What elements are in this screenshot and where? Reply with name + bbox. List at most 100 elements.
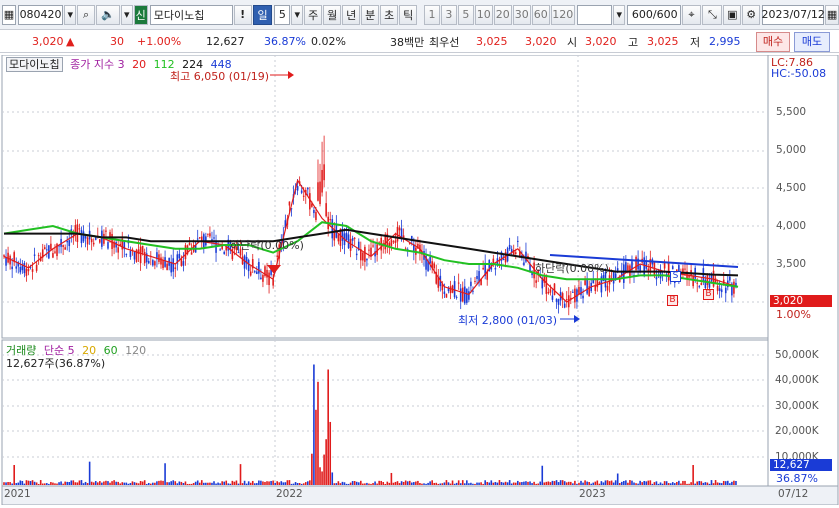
volume-bar	[671, 482, 674, 485]
save-icon[interactable]: ▣	[723, 4, 742, 25]
price-panel-name[interactable]: 모다이노칩	[6, 57, 63, 72]
candle-body	[655, 276, 658, 280]
period-minute-button[interactable]: 분	[361, 4, 380, 25]
sell-signal-marker[interactable]: S	[670, 271, 681, 282]
sound-icon[interactable]: 🔈	[96, 4, 120, 25]
period-month-button[interactable]: 월	[323, 4, 342, 25]
candle-body	[262, 274, 264, 282]
minute-1-button[interactable]: 1	[424, 4, 440, 25]
volume-bar	[729, 483, 731, 485]
candle-body	[337, 234, 340, 242]
volume-bar	[123, 482, 126, 485]
candle-body	[368, 249, 370, 251]
period-num-input[interactable]: 5	[274, 4, 291, 25]
candle-body	[147, 260, 150, 264]
candle-body	[323, 164, 325, 181]
volume-bar	[472, 483, 474, 485]
volume-bar	[207, 482, 209, 485]
code-dropdown-icon[interactable]: ▾	[64, 4, 77, 25]
minute-60-button[interactable]: 60	[531, 4, 550, 25]
period-daily-button[interactable]: 일	[252, 4, 273, 25]
search-icon[interactable]: ⌕	[77, 4, 96, 25]
volume-bar	[321, 471, 323, 485]
volume-bar	[145, 483, 148, 485]
volume-bar	[35, 482, 38, 485]
volume-bar	[360, 480, 362, 485]
buy-button[interactable]: 매수	[756, 32, 790, 52]
volume-bar	[453, 483, 456, 485]
candle-body	[154, 261, 156, 266]
candle-body	[139, 246, 142, 264]
volume-bar	[190, 483, 193, 485]
minute-3-button[interactable]: 3	[440, 4, 457, 25]
volume-bar	[370, 483, 372, 485]
volume-bar	[476, 482, 478, 485]
volume-bar	[484, 480, 486, 485]
stock-code-input[interactable]: 080420	[17, 4, 64, 25]
turnover-value: 0.02%	[311, 35, 346, 48]
volume-bar	[735, 480, 737, 485]
candle-body	[319, 181, 321, 205]
buy-signal-marker-1[interactable]: B	[667, 295, 678, 306]
volume-bar	[651, 483, 654, 485]
candle-body	[133, 251, 136, 260]
stock-name[interactable]: 모다이노칩	[149, 4, 233, 25]
volume-bar	[258, 480, 260, 485]
minute-10-button[interactable]: 10	[474, 4, 493, 25]
candle-body	[627, 265, 629, 271]
volume-bar	[378, 480, 380, 485]
custom-minute-input[interactable]	[576, 4, 613, 25]
vol-tick-30000k: 30,000K	[775, 400, 819, 412]
volume-bar	[667, 483, 670, 485]
count-input[interactable]: 600/600	[627, 4, 681, 25]
minute-30-button[interactable]: 30	[512, 4, 531, 25]
volume-bar	[421, 483, 423, 485]
candle-body	[80, 229, 83, 244]
minute-120-button[interactable]: 120	[550, 4, 575, 25]
alert-button[interactable]: !	[233, 4, 252, 25]
volume-bar	[158, 480, 160, 485]
period-tick-button[interactable]: 틱	[399, 4, 418, 25]
volume-ratio-tag: 36.87%	[776, 472, 818, 485]
gear-icon[interactable]: ⚙	[742, 4, 761, 25]
candle-body	[117, 247, 119, 253]
volume-bar	[374, 481, 376, 485]
buy-signal-marker-2[interactable]: B	[703, 289, 714, 300]
calendar-icon[interactable]: ▦	[825, 4, 839, 25]
period-dropdown-icon[interactable]: ▾	[291, 4, 304, 25]
chart-svg[interactable]	[0, 54, 839, 506]
volume-bar	[300, 483, 303, 485]
volume-bar	[225, 480, 228, 485]
grid-icon[interactable]: ▦	[2, 4, 16, 25]
volume-bar	[351, 481, 354, 485]
high-price: 3,025	[647, 35, 679, 48]
volume-bar	[152, 482, 154, 485]
period-year-button[interactable]: 년	[342, 4, 361, 25]
date-input[interactable]: 2023/07/12	[761, 4, 825, 25]
custom-dropdown-icon[interactable]: ▾	[613, 4, 626, 25]
volume-bar	[48, 483, 50, 485]
volume-bar	[180, 481, 183, 485]
candle-body	[315, 211, 317, 220]
minute-5-button[interactable]: 5	[457, 4, 474, 25]
candle-body	[555, 298, 558, 302]
drawing-tool-icon[interactable]: ⤡	[702, 4, 723, 25]
volume-bar	[594, 481, 597, 485]
volume-bar	[113, 480, 115, 485]
pin-icon[interactable]: ⌖	[681, 4, 702, 25]
candle-body	[606, 285, 609, 291]
x-tick-2023: 2023	[579, 488, 606, 500]
volume-bar	[327, 369, 329, 485]
minute-20-button[interactable]: 20	[493, 4, 512, 25]
chart-area[interactable]: 모다이노칩 종가 지수 3 20 112 224 448 최고 6,050 (0…	[0, 54, 839, 506]
volume-bar	[27, 480, 30, 485]
volume-bar	[355, 481, 358, 485]
sound-dropdown-icon[interactable]: ▾	[120, 4, 133, 25]
volume-bar	[156, 481, 158, 485]
volume-bar	[731, 481, 733, 485]
volume-bar	[54, 483, 56, 485]
period-week-button[interactable]: 주	[304, 4, 323, 25]
candle-body	[733, 281, 735, 294]
period-second-button[interactable]: 초	[380, 4, 399, 25]
sell-button[interactable]: 매도	[794, 32, 830, 52]
